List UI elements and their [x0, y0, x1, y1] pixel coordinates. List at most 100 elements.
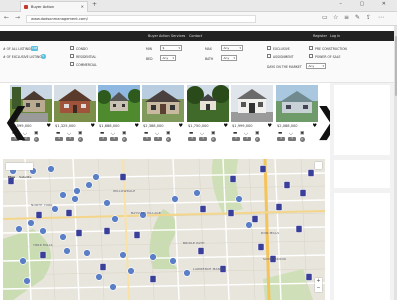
map-cluster-marker[interactable] — [73, 187, 81, 195]
map-listing-pin[interactable] — [35, 211, 43, 219]
map-cluster-marker[interactable] — [127, 267, 135, 275]
url-field[interactable]: www.dodsonmanagement.com/ — [26, 15, 256, 23]
map-listing-pin[interactable] — [257, 243, 265, 251]
map-cluster-marker[interactable] — [19, 257, 27, 265]
map-cluster-marker[interactable] — [92, 173, 100, 181]
map-cluster-marker[interactable] — [103, 199, 111, 207]
bed-select[interactable]: Any — [160, 55, 176, 61]
map-listing-pin[interactable] — [307, 169, 315, 177]
parking-count: 2 — [121, 137, 127, 142]
map-listing-pin[interactable] — [103, 227, 111, 235]
map-listing-pin[interactable] — [305, 273, 313, 281]
share-icon[interactable]: ⇪ — [366, 14, 371, 21]
map-cluster-marker[interactable] — [85, 181, 93, 189]
reading-view-icon[interactable]: ▭ — [322, 14, 328, 21]
map-cluster-marker[interactable] — [59, 233, 67, 241]
map-cluster-marker[interactable] — [95, 273, 103, 281]
map-listing-pin[interactable] — [119, 173, 127, 181]
residential-checkbox[interactable] — [70, 54, 74, 58]
map-listing-pin[interactable] — [295, 225, 303, 233]
nav-login[interactable]: Log In — [330, 34, 340, 38]
tab-map[interactable]: Map — [6, 174, 17, 181]
window-controls[interactable]: – ▢ ✕ — [339, 1, 394, 7]
map-listing-pin[interactable] — [149, 275, 157, 283]
favorite-star-icon[interactable]: ☆ — [333, 14, 338, 21]
power-of-sale-checkbox[interactable] — [309, 54, 313, 58]
map-listing-pin[interactable] — [227, 209, 235, 217]
back-arrow-icon[interactable]: ← — [4, 14, 9, 21]
scrollbar-thumb[interactable] — [394, 36, 397, 96]
browser-tab[interactable]: Buyer Action ✕ — [20, 1, 88, 12]
listing-card[interactable]: $2,088,000 ♥ ▬ 4 ◡ 4 ▣ 2 — [276, 85, 318, 147]
forward-arrow-icon[interactable]: → — [15, 14, 20, 21]
listing-card[interactable]: $1,325,000 ♥ ▬ 4 ◡ 3 ▣ 2 — [54, 85, 96, 147]
map-cluster-marker[interactable] — [71, 195, 79, 203]
days-on-market-select[interactable]: Any — [306, 63, 326, 69]
nav-contact[interactable]: Contact — [189, 34, 202, 38]
more-icon[interactable]: ⋯ — [378, 14, 384, 21]
map-cluster-marker[interactable] — [193, 189, 201, 197]
map-cluster-marker[interactable] — [149, 253, 157, 261]
map-listing-pin[interactable] — [133, 231, 141, 239]
commercial-checkbox[interactable] — [70, 62, 74, 66]
map-listing-pin[interactable] — [197, 247, 205, 255]
pre-construction-checkbox[interactable] — [309, 46, 313, 50]
listing-card[interactable]: $2,388,000 ♥ ▬ 5 ◡ 4 ▣ 2 — [142, 85, 184, 147]
map-cluster-marker[interactable] — [111, 215, 119, 223]
map-listing-pin[interactable] — [229, 175, 237, 183]
listing-card[interactable]: $1,750,000 ♥ ▬ 3 ◡ 3 ▣ 2 — [187, 85, 229, 147]
map-listing-pin[interactable] — [251, 215, 259, 223]
listing-card[interactable]: $1,999,000 ♥ ▬ 5 ◡ 4 ▣ 2 — [231, 85, 273, 147]
map-cluster-marker[interactable] — [83, 249, 91, 257]
hub-icon[interactable]: ≡ — [344, 14, 349, 21]
map-cluster-marker[interactable] — [39, 227, 47, 235]
map-cluster-marker[interactable] — [109, 283, 117, 291]
max-price-select[interactable]: Any — [221, 45, 243, 51]
map-listing-pin[interactable] — [99, 263, 107, 271]
zoom-in-button[interactable]: + — [315, 278, 322, 285]
listings-map[interactable]: NORTH YORK WILLOWDALE BAYVIEW VILLAGE DO… — [3, 159, 325, 300]
condo-checkbox[interactable] — [70, 46, 74, 50]
favorite-heart-icon[interactable]: ♥ — [47, 123, 51, 129]
map-cluster-marker[interactable] — [47, 165, 55, 173]
map-cluster-marker[interactable] — [235, 195, 243, 203]
notes-icon[interactable]: ✎ — [355, 14, 360, 21]
favorite-heart-icon[interactable]: ♥ — [224, 123, 228, 129]
listing-card[interactable]: $1,688,000 ♥ ▬ 4 ◡ 3 ▣ 2 — [98, 85, 140, 147]
close-tab-icon[interactable]: ✕ — [81, 2, 84, 12]
map-cluster-marker[interactable] — [169, 257, 177, 265]
map-cluster-marker[interactable] — [119, 251, 127, 259]
map-cluster-marker[interactable] — [59, 191, 67, 199]
map-cluster-marker[interactable] — [171, 195, 179, 203]
min-price-select[interactable]: $ — [160, 45, 182, 51]
assignment-checkbox[interactable] — [267, 54, 271, 58]
map-cluster-marker[interactable] — [27, 219, 35, 227]
map-listing-pin[interactable] — [259, 165, 267, 173]
nav-services[interactable]: Services — [171, 34, 185, 38]
favorite-heart-icon[interactable]: ♥ — [91, 123, 95, 129]
map-listing-pin[interactable] — [65, 209, 73, 217]
nav-register[interactable]: Register — [313, 34, 327, 38]
map-listing-pin[interactable] — [283, 181, 291, 189]
favorite-heart-icon[interactable]: ♥ — [135, 123, 139, 129]
carousel-prev-arrow-icon[interactable]: ❮ — [2, 104, 31, 138]
map-listing-pin[interactable] — [199, 205, 207, 213]
exclusive-checkbox[interactable] — [267, 46, 271, 50]
nav-buyer-action[interactable]: Buyer Action — [148, 34, 170, 38]
map-cluster-marker[interactable] — [183, 269, 191, 277]
map-listing-pin[interactable] — [299, 189, 307, 197]
tab-satellite[interactable]: Satellite — [17, 174, 33, 181]
zoom-out-button[interactable]: − — [315, 285, 322, 292]
bath-select[interactable]: Any — [221, 55, 237, 61]
new-tab-button[interactable]: + — [92, 1, 97, 8]
map-cluster-marker[interactable] — [15, 225, 23, 233]
map-listing-pin[interactable] — [75, 229, 83, 237]
favorite-heart-icon[interactable]: ♥ — [179, 123, 183, 129]
map-listing-pin[interactable] — [275, 203, 283, 211]
map-cluster-marker[interactable] — [23, 277, 31, 285]
favorite-heart-icon[interactable]: ♥ — [268, 123, 272, 129]
fullscreen-icon[interactable] — [315, 162, 322, 169]
map-listing-pin[interactable] — [39, 251, 47, 259]
map-cluster-marker[interactable] — [63, 247, 71, 255]
map-cluster-marker[interactable] — [245, 221, 253, 229]
